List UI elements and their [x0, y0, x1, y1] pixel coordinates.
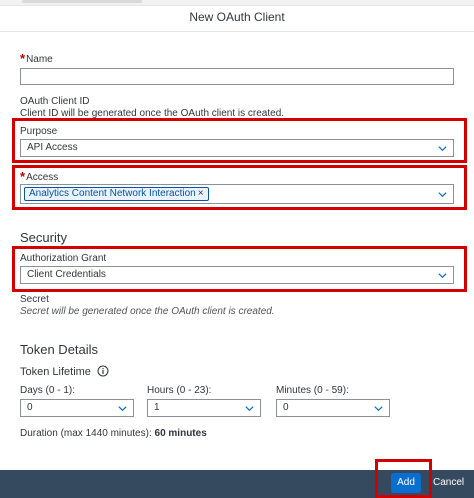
security-heading: Security	[20, 230, 67, 245]
info-icon[interactable]	[97, 365, 109, 377]
minutes-value: 0	[283, 402, 289, 413]
chevron-down-icon	[438, 273, 447, 279]
required-marker: *	[20, 51, 26, 66]
auth-grant-value: Client Credentials	[27, 269, 106, 280]
token-lifetime-label: Token Lifetime	[20, 366, 91, 378]
add-button-highlight-box	[375, 459, 432, 498]
dialog-title: New OAuth Client	[189, 10, 285, 24]
hours-select[interactable]: 1	[147, 399, 261, 417]
name-label: *Name	[20, 51, 53, 66]
required-marker: *	[20, 169, 26, 184]
purpose-value: API Access	[27, 142, 78, 153]
days-select[interactable]: 0	[20, 399, 134, 417]
name-input[interactable]	[20, 68, 454, 85]
token-remove-icon[interactable]: ×	[198, 188, 204, 199]
chevron-down-icon	[245, 406, 254, 412]
duration-label: Duration (max 1440 minutes):	[20, 428, 152, 439]
duration-value: 60 minutes	[154, 428, 207, 439]
chevron-down-icon	[374, 406, 383, 412]
cancel-button[interactable]: Cancel	[433, 476, 464, 490]
days-label: Days (0 - 1):	[20, 385, 76, 396]
chevron-down-icon	[118, 406, 127, 412]
minutes-label: Minutes (0 - 59):	[276, 385, 349, 396]
secret-note: Secret will be generated once the OAuth …	[20, 306, 275, 317]
auth-grant-select[interactable]: Client Credentials	[20, 266, 454, 284]
background-text-blur	[22, 0, 142, 3]
chevron-down-icon	[438, 192, 447, 198]
access-multiselect[interactable]: Analytics Content Network Interaction ×	[20, 184, 454, 204]
minutes-select[interactable]: 0	[276, 399, 390, 417]
duration-row: Duration (max 1440 minutes): 60 minutes	[20, 428, 207, 440]
token-details-heading: Token Details	[20, 342, 99, 357]
hours-label: Hours (0 - 23):	[147, 385, 212, 396]
dialog-header: New OAuth Client	[0, 6, 474, 32]
purpose-label: Purpose	[20, 126, 58, 137]
access-label: *Access	[20, 169, 59, 184]
chevron-down-icon	[438, 146, 447, 152]
hours-value: 1	[154, 402, 160, 413]
purpose-select[interactable]: API Access	[20, 139, 454, 157]
client-id-label: OAuth Client ID	[20, 96, 90, 107]
days-value: 0	[27, 402, 33, 413]
access-token[interactable]: Analytics Content Network Interaction ×	[24, 187, 209, 201]
auth-grant-label: Authorization Grant	[20, 253, 107, 264]
secret-label: Secret	[20, 294, 49, 305]
